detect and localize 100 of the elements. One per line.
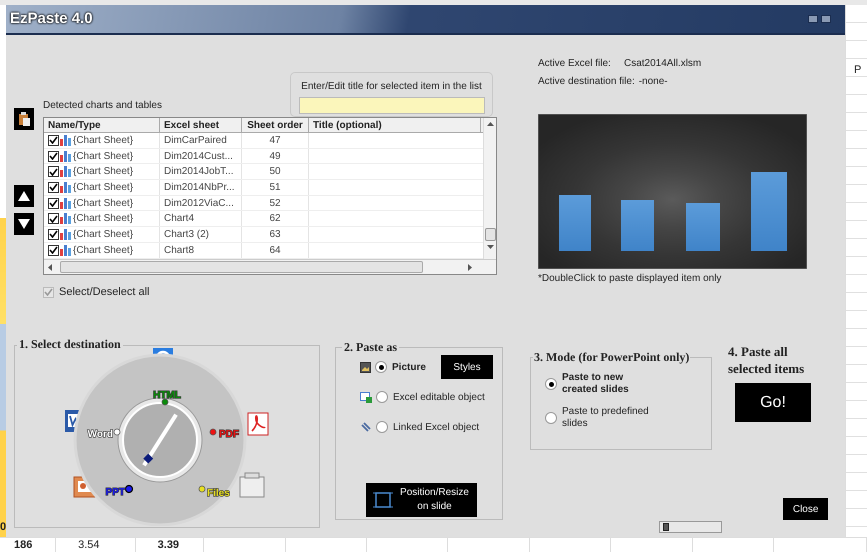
info-label: Active Excel file: xyxy=(538,57,612,71)
table-cell: 62 xyxy=(242,211,309,226)
table-cell-text: {Chart Sheet} xyxy=(73,134,134,148)
option-label: Picture xyxy=(392,360,426,374)
table-cell: 63 xyxy=(242,227,309,242)
info-value: -none- xyxy=(638,75,668,89)
table-cell: Chart8 xyxy=(160,242,242,258)
slider-track[interactable] xyxy=(659,521,722,533)
move-up-button[interactable] xyxy=(14,185,34,207)
scroll-up-icon xyxy=(486,122,494,126)
table-cell: Chart4 xyxy=(160,211,242,226)
cell-text: 3.39 xyxy=(158,538,180,552)
row-checkbox[interactable] xyxy=(48,213,59,224)
bar-chart-icon xyxy=(60,244,72,256)
spreadsheet-icon xyxy=(360,391,372,403)
table-cell: 52 xyxy=(242,196,309,210)
destination-dot[interactable] xyxy=(210,428,216,436)
bar-chart-icon xyxy=(60,182,72,193)
up-arrow-icon xyxy=(18,191,30,201)
cell-text: 186 xyxy=(14,538,32,552)
row-checkbox[interactable] xyxy=(48,134,59,146)
go-button[interactable]: Go! xyxy=(735,383,811,422)
table-cell-text: {Chart Sheet} xyxy=(73,228,134,242)
destination-label[interactable]: PPT xyxy=(106,487,125,498)
radio-button[interactable] xyxy=(545,412,557,424)
bar-chart-icon xyxy=(60,228,72,240)
table-cell-text: {Chart Sheet} xyxy=(73,165,134,180)
link-icon xyxy=(360,421,372,433)
table-cell: 47 xyxy=(242,133,309,148)
clipboard-icon xyxy=(18,112,30,126)
table-cell-text: {Chart Sheet} xyxy=(73,196,134,211)
option-label: Paste to predefined slides xyxy=(562,406,650,430)
close-button[interactable]: Close xyxy=(783,498,828,520)
horizontal-scrollbar[interactable] xyxy=(44,259,496,274)
radio-button[interactable] xyxy=(376,391,388,403)
row-checkbox[interactable] xyxy=(48,198,59,209)
destination-dot[interactable] xyxy=(198,486,206,492)
list-label: Detected charts and tables xyxy=(43,99,162,113)
table-cell: Chart3 (2) xyxy=(160,227,242,242)
window-title: EzPaste 4.0 xyxy=(10,8,93,29)
table-cell-text: {Chart Sheet} xyxy=(73,150,134,164)
scrollbar-thumb[interactable] xyxy=(484,228,496,241)
cell-text: 3.54 xyxy=(78,538,100,552)
scroll-down-icon xyxy=(486,245,494,249)
bar-chart-icon xyxy=(60,134,72,146)
bar-chart-icon xyxy=(60,166,72,178)
table-cell: 50 xyxy=(242,164,309,180)
minimize-button[interactable] xyxy=(808,15,818,23)
option-label: Paste to new created slides xyxy=(562,372,630,396)
info-label: Active destination file: xyxy=(538,75,635,89)
position-resize-button[interactable]: Position/Resize on slide xyxy=(366,483,477,517)
down-arrow-icon xyxy=(18,219,30,229)
destination-dot[interactable] xyxy=(124,484,134,494)
column-header[interactable]: Title (optional) xyxy=(309,118,481,132)
table-cell: Dim2014NbPr... xyxy=(160,180,242,195)
row-checkbox[interactable] xyxy=(48,182,59,193)
table-cell: Dim2012ViaC... xyxy=(160,196,242,210)
cell-text: 0 xyxy=(0,522,6,533)
radio-button[interactable] xyxy=(545,378,557,390)
column-header[interactable]: Name/Type xyxy=(44,118,160,132)
scrollbar-thumb[interactable] xyxy=(60,261,423,273)
option-label: Linked Excel object xyxy=(393,420,480,434)
scroll-right-icon xyxy=(468,264,472,270)
paste-icon-button[interactable] xyxy=(14,108,34,130)
table-cell: DimCarPaired xyxy=(160,133,242,148)
styles-button[interactable]: Styles xyxy=(441,355,493,379)
table-cell-text: {Chart Sheet} xyxy=(73,180,134,195)
option-label: Excel editable object xyxy=(393,390,485,404)
row-checkbox[interactable] xyxy=(48,228,59,240)
move-down-button[interactable] xyxy=(14,213,34,235)
title-editor-label: Enter/Edit title for selected item in the list xyxy=(301,80,482,94)
chart-preview-drawing[interactable] xyxy=(538,114,807,269)
destination-dot[interactable] xyxy=(114,428,120,436)
table-cell: 49 xyxy=(242,148,309,164)
preview-caption: *DoubleClick to paste displayed item only xyxy=(538,272,722,286)
bar-chart-icon xyxy=(60,198,72,209)
bar-chart-icon xyxy=(60,150,72,162)
title-input-field[interactable] xyxy=(298,97,484,114)
table-cell-text: {Chart Sheet} xyxy=(73,212,134,226)
slider-thumb[interactable] xyxy=(663,523,670,531)
destination-dot[interactable] xyxy=(162,398,168,406)
row-checkbox[interactable] xyxy=(48,244,59,256)
vertical-scrollbar[interactable] xyxy=(483,118,496,259)
radio-button[interactable] xyxy=(376,421,388,433)
table-cell-text: {Chart Sheet} xyxy=(73,244,134,258)
maximize-button[interactable] xyxy=(821,15,831,23)
table-cell: Dim2014Cust... xyxy=(160,148,242,164)
picture-icon xyxy=(360,362,371,372)
column-header: P xyxy=(854,63,862,78)
section-title: 4. Paste all selected items xyxy=(728,343,806,377)
column-header[interactable]: Sheet order xyxy=(242,118,309,132)
row-checkbox[interactable] xyxy=(48,150,59,162)
table-cell: 51 xyxy=(242,180,309,195)
select-all-label: Select/Deselect all xyxy=(59,285,150,300)
bar-chart-icon xyxy=(60,213,72,224)
radio-button[interactable] xyxy=(375,361,387,373)
row-checkbox[interactable] xyxy=(48,166,59,178)
table-cell: Dim2014JobT... xyxy=(160,164,242,180)
column-header[interactable]: Excel sheet xyxy=(160,118,242,132)
dial-pointer-drawing xyxy=(142,414,178,466)
